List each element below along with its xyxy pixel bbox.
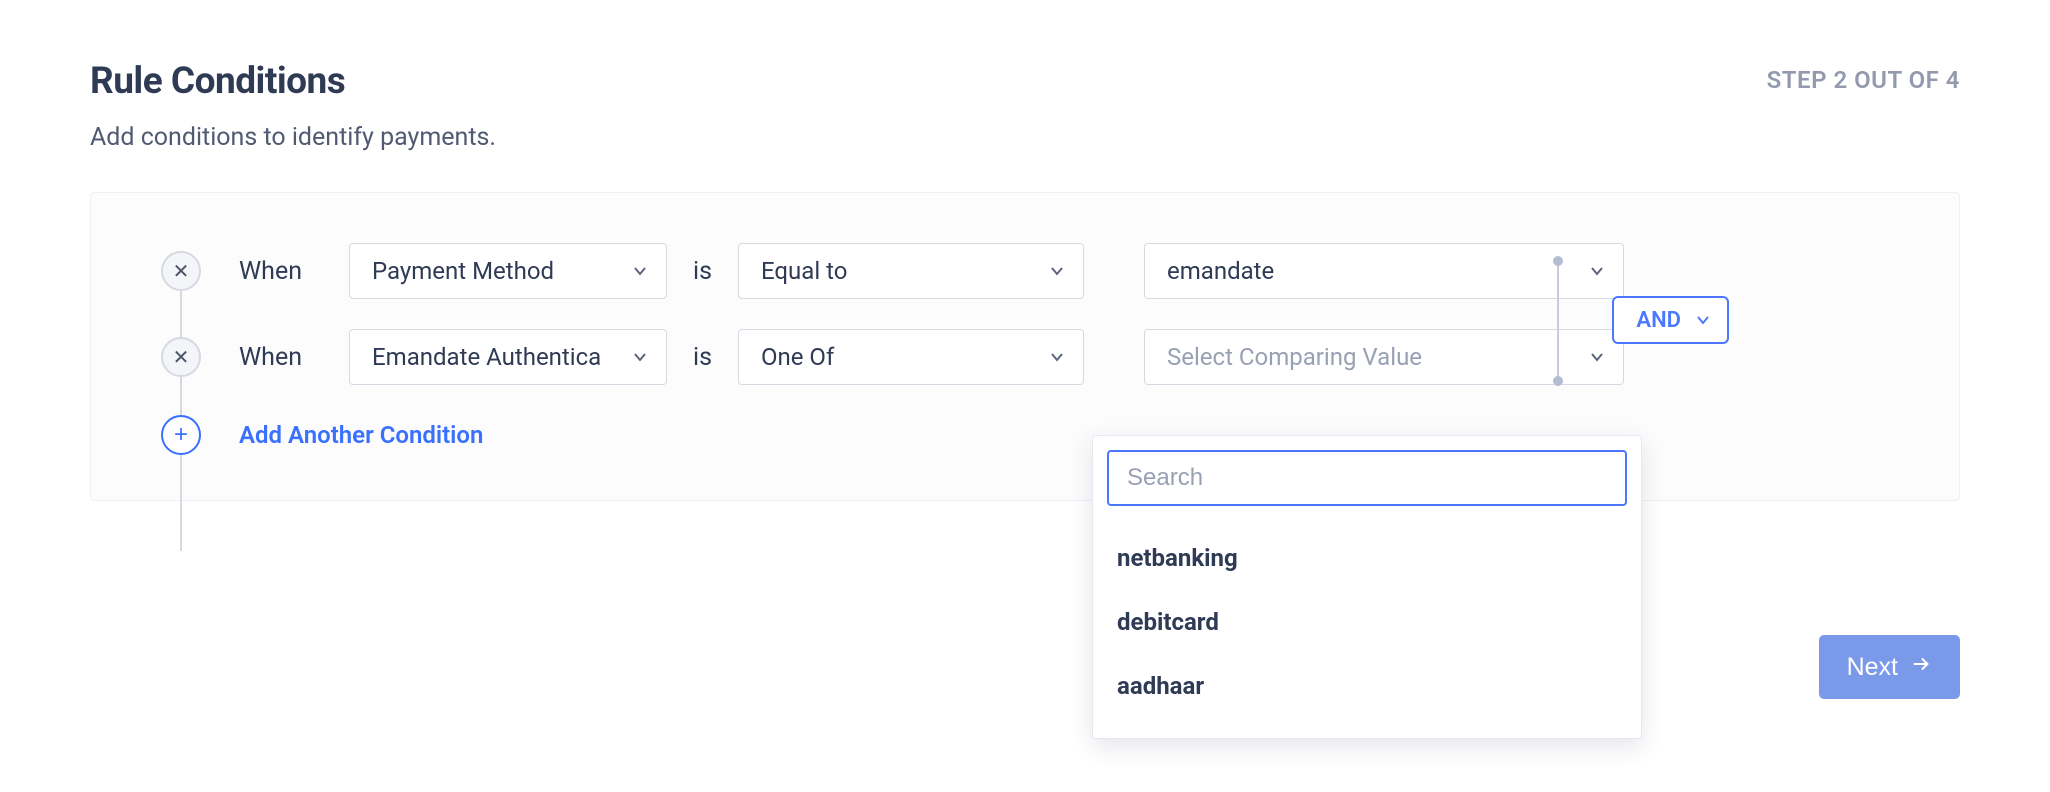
join-rail [1557,261,1559,381]
is-label: is [693,257,712,286]
close-icon: ✕ [173,259,190,284]
add-condition-button[interactable]: + [161,415,201,455]
operator-select[interactable]: One Of [738,329,1084,385]
chevron-down-icon [1589,263,1605,279]
next-button-label: Next [1847,653,1898,682]
chevron-down-icon [1589,349,1605,365]
next-button[interactable]: Next [1819,635,1960,699]
chevron-down-icon [1695,312,1711,328]
chevron-down-icon [632,349,648,365]
operator-select-value: Equal to [761,257,847,285]
field-select[interactable]: Emandate Authentica [349,329,667,385]
dropdown-search-input[interactable] [1107,450,1627,506]
value-select[interactable]: Select Comparing Value [1144,329,1624,385]
page-title: Rule Conditions [90,60,345,103]
remove-condition-button[interactable]: ✕ [161,337,201,377]
add-condition-link[interactable]: Add Another Condition [239,421,483,449]
dropdown-option[interactable]: netbanking [1107,526,1627,590]
when-label: When [239,257,319,286]
operator-select-value: One Of [761,343,834,371]
step-indicator: STEP 2 OUT OF 4 [1767,66,1960,94]
field-select-value: Emandate Authentica [372,343,601,371]
conditions-card: ✕ When Payment Method is Equal to emanda… [90,192,1960,501]
condition-row: ✕ When Payment Method is Equal to emanda… [161,243,1889,299]
chevron-down-icon [1049,263,1065,279]
value-dropdown: netbanking debitcard aadhaar [1092,435,1642,739]
remove-condition-button[interactable]: ✕ [161,251,201,291]
arrow-right-icon [1910,653,1932,682]
value-select-placeholder: Select Comparing Value [1167,343,1422,371]
is-label: is [693,343,712,372]
join-operator-value: AND [1636,308,1681,333]
dropdown-option[interactable]: aadhaar [1107,654,1627,718]
join-operator-select[interactable]: AND [1612,296,1729,344]
plus-icon: + [174,423,188,447]
when-label: When [239,343,319,372]
operator-select[interactable]: Equal to [738,243,1084,299]
dropdown-option[interactable]: debitcard [1107,590,1627,654]
page-subtitle: Add conditions to identify payments. [90,123,1960,152]
value-select-value: emandate [1167,257,1274,285]
value-select[interactable]: emandate [1144,243,1624,299]
chevron-down-icon [632,263,648,279]
field-select-value: Payment Method [372,257,554,285]
field-select[interactable]: Payment Method [349,243,667,299]
close-icon: ✕ [173,345,190,370]
chevron-down-icon [1049,349,1065,365]
